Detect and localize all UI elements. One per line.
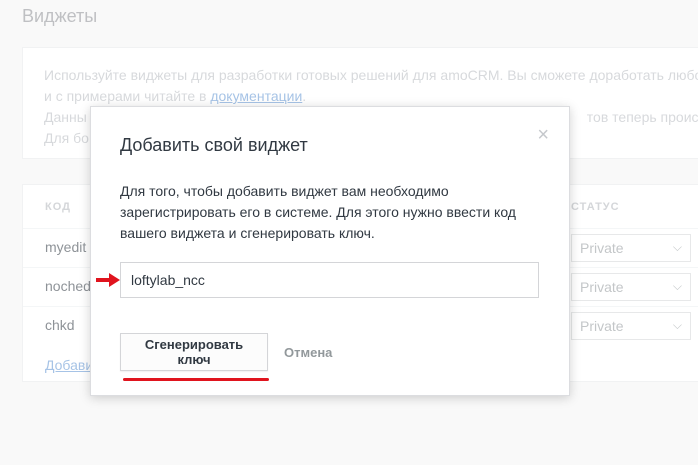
highlight-underline xyxy=(123,378,269,381)
generate-key-button[interactable]: Сгенерировать ключ xyxy=(120,333,268,371)
arrow-right-icon xyxy=(96,273,120,287)
close-icon[interactable]: × xyxy=(537,124,549,147)
modal-description: Для того, чтобы добавить виджет вам необ… xyxy=(120,183,516,241)
add-widget-modal: Добавить свой виджет × Для того, чтобы д… xyxy=(90,106,570,396)
modal-title: Добавить свой виджет xyxy=(120,135,308,155)
cancel-button[interactable]: Отмена xyxy=(284,345,332,360)
widget-code-input[interactable] xyxy=(120,262,539,298)
